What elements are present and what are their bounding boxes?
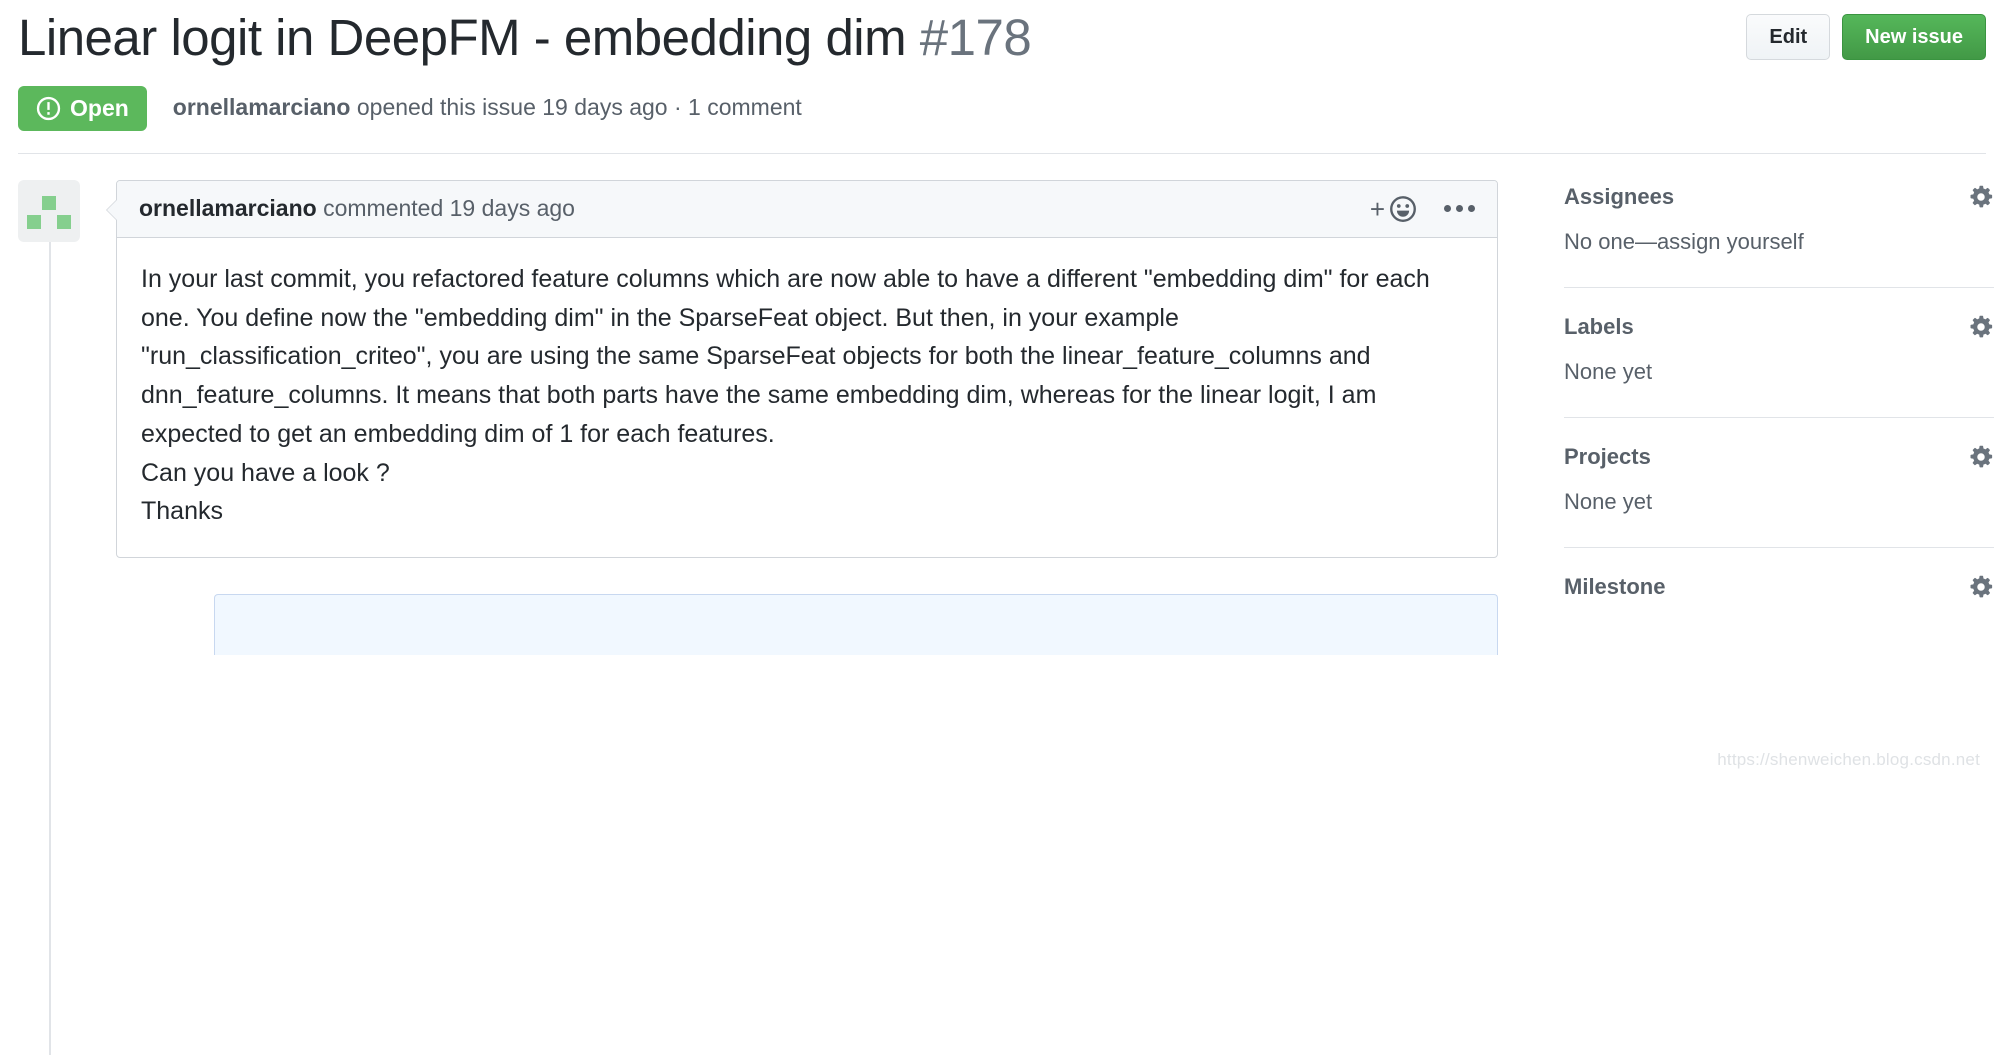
- kebab-horizontal-icon[interactable]: [1444, 205, 1475, 213]
- sidebar-projects-header: Projects: [1564, 444, 1994, 470]
- issue-opened-icon: [36, 96, 61, 120]
- issue-page: Linear logit in DeepFM - embedding dim #…: [0, 0, 2004, 1055]
- issue-title-text: Linear logit in DeepFM - embedding dim: [18, 9, 907, 66]
- comment-body: In your last commit, you refactored feat…: [117, 238, 1497, 557]
- comment-author[interactable]: ornellamarciano: [139, 195, 317, 221]
- plus-icon: +: [1369, 193, 1385, 224]
- sidebar-labels-header: Labels: [1564, 314, 1994, 340]
- avatar-column: [18, 179, 90, 655]
- kebab-dot-1: [1444, 205, 1451, 213]
- issue-header: Linear logit in DeepFM - embedding dim #…: [18, 0, 1986, 153]
- gear-icon[interactable]: [1968, 444, 1994, 470]
- sidebar-labels-value: None yet: [1564, 359, 1653, 385]
- sidebar-section-labels: Labels None yet: [1564, 314, 1994, 391]
- sidebar-section-projects: Projects None yet: [1564, 444, 1994, 521]
- sidebar-projects-value: None yet: [1564, 489, 1653, 515]
- issue-author[interactable]: ornellamarciano: [173, 94, 351, 120]
- header-actions: Edit New issue: [1746, 14, 1986, 60]
- comment-paragraph-3: Thanks: [141, 497, 223, 526]
- identicon-square-left: [27, 214, 41, 229]
- new-issue-button[interactable]: New issue: [1842, 14, 1986, 60]
- sidebar-section-milestone: Milestone: [1564, 574, 1994, 604]
- smiley-icon: [1390, 195, 1416, 222]
- sidebar-assignees-title: Assignees: [1564, 183, 1675, 209]
- sidebar-assignees-value[interactable]: No one—assign yourself: [1564, 228, 1994, 257]
- comment-paragraph-2: Can you have a look ?: [141, 458, 390, 487]
- sidebar-projects-title: Projects: [1564, 443, 1651, 469]
- identicon-square-top: [42, 195, 56, 210]
- status-badge: Open: [18, 85, 147, 131]
- sidebar-assignees-header: Assignees: [1564, 184, 1994, 210]
- comment-paragraph-1: In your last commit, you refactored feat…: [141, 264, 1430, 448]
- issue-comment: ornellamarciano commented 19 days ago +: [106, 179, 1498, 558]
- gear-icon[interactable]: [1968, 574, 1994, 600]
- kebab-dot-3: [1468, 205, 1475, 213]
- sidebar-labels-title: Labels: [1564, 313, 1634, 339]
- issue-meta-row: Open ornellamarciano opened this issue 1…: [18, 85, 1986, 153]
- issue-number: #178: [919, 9, 1032, 66]
- issue-meta-rest: opened this issue 19 days ago · 1 commen…: [350, 94, 802, 121]
- issue-meta-text: ornellamarciano opened this issue 19 day…: [173, 93, 802, 123]
- comment-timestamp: commented 19 days ago: [316, 194, 575, 221]
- sidebar-milestone-header: Milestone: [1564, 574, 1994, 600]
- comment-author-line: ornellamarciano commented 19 days ago: [139, 194, 575, 224]
- issue-sidebar: Assignees No one—assign yourself Labels …: [1564, 180, 1994, 655]
- avatar[interactable]: [18, 179, 80, 242]
- sidebar-section-assignees: Assignees No one—assign yourself: [1564, 184, 1994, 261]
- next-timeline-comment[interactable]: [214, 594, 1498, 655]
- page-title: Linear logit in DeepFM - embedding dim #…: [18, 6, 1032, 70]
- status-badge-label: Open: [70, 94, 129, 121]
- comment-header: ornellamarciano commented 19 days ago +: [117, 180, 1497, 238]
- issue-body: ornellamarciano commented 19 days ago +: [18, 154, 1994, 1055]
- gear-icon[interactable]: [1968, 314, 1994, 340]
- comment-header-actions: +: [1370, 194, 1475, 224]
- watermark: https://shenweichen.blog.csdn.net: [1717, 750, 1980, 769]
- timeline-column: ornellamarciano commented 19 days ago +: [18, 179, 1498, 1055]
- sidebar-divider-2: [1564, 416, 1994, 418]
- identicon-square-right: [57, 214, 71, 229]
- comment-wrapper: ornellamarciano commented 19 days ago +: [106, 179, 1498, 655]
- kebab-dot-2: [1456, 205, 1463, 213]
- sidebar-divider-1: [1564, 286, 1994, 288]
- sidebar-milestone-title: Milestone: [1564, 573, 1666, 599]
- title-row: Linear logit in DeepFM - embedding dim #…: [18, 6, 1986, 70]
- sidebar-divider-3: [1564, 546, 1994, 548]
- gear-icon[interactable]: [1968, 184, 1994, 210]
- add-reaction-button[interactable]: +: [1370, 194, 1418, 224]
- edit-button[interactable]: Edit: [1746, 14, 1831, 60]
